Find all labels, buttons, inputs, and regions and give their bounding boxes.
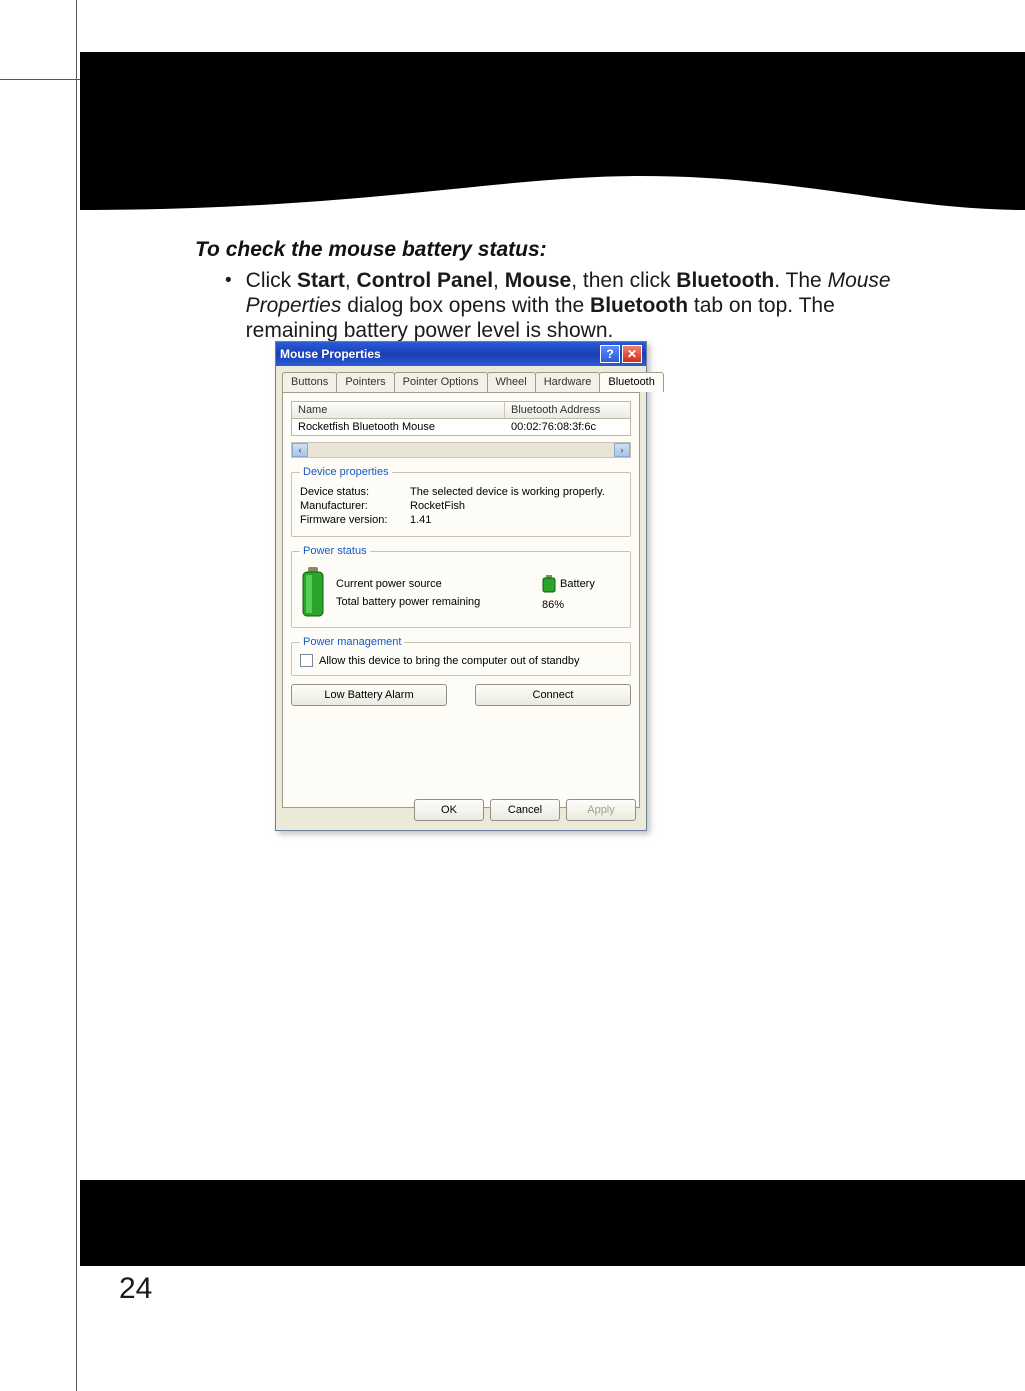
power-status-group: Power status Current power source Total … <box>291 545 631 628</box>
device-properties-legend: Device properties <box>300 466 392 478</box>
footer-band <box>80 1180 1025 1266</box>
firmware-label: Firmware version: <box>300 514 410 526</box>
power-status-legend: Power status <box>300 545 370 557</box>
body-text: To check the mouse battery status: • Cli… <box>195 238 895 343</box>
titlebar: Mouse Properties ? ✕ <box>276 342 646 366</box>
mouse-properties-dialog: Mouse Properties ? ✕ Buttons Pointers Po… <box>275 341 647 831</box>
connect-button[interactable]: Connect <box>475 684 631 706</box>
horizontal-scrollbar[interactable]: ‹ › <box>291 442 631 458</box>
power-management-group: Power management Allow this device to br… <box>291 636 631 676</box>
col-header-address[interactable]: Bluetooth Address <box>505 402 630 418</box>
col-header-name[interactable]: Name <box>292 402 505 418</box>
wake-checkbox-label: Allow this device to bring the computer … <box>319 655 579 667</box>
tab-strip: Buttons Pointers Pointer Options Wheel H… <box>276 366 646 392</box>
apply-button[interactable]: Apply <box>566 799 636 821</box>
battery-small-icon <box>542 575 556 593</box>
cancel-button[interactable]: Cancel <box>490 799 560 821</box>
help-button[interactable]: ? <box>600 345 620 363</box>
ok-button[interactable]: OK <box>414 799 484 821</box>
power-source-label: Current power source <box>336 578 532 590</box>
bullet-text: Click Start, Control Panel, Mouse, then … <box>246 268 895 343</box>
manufacturer-label: Manufacturer: <box>300 500 410 512</box>
header-band <box>80 52 1025 210</box>
power-remaining-label: Total battery power remaining <box>336 596 532 608</box>
device-status-value: The selected device is working properly. <box>410 486 622 498</box>
page-frame-vertical <box>76 0 77 1391</box>
tab-hardware[interactable]: Hardware <box>535 372 601 392</box>
power-management-legend: Power management <box>300 636 404 648</box>
device-list-header: Name Bluetooth Address <box>291 401 631 419</box>
scroll-left-icon[interactable]: ‹ <box>292 443 308 457</box>
device-status-label: Device status: <box>300 486 410 498</box>
tab-pointer-options[interactable]: Pointer Options <box>394 372 488 392</box>
device-name: Rocketfish Bluetooth Mouse <box>292 419 505 435</box>
manufacturer-value: RocketFish <box>410 500 622 512</box>
power-source-value: Battery <box>560 578 595 590</box>
device-list-row[interactable]: Rocketfish Bluetooth Mouse 00:02:76:08:3… <box>291 419 631 436</box>
wake-checkbox[interactable] <box>300 654 313 667</box>
tab-panel-bluetooth: Name Bluetooth Address Rocketfish Blueto… <box>282 392 640 808</box>
bullet-marker: • <box>225 268 232 343</box>
section-heading: To check the mouse battery status: <box>195 238 895 262</box>
tab-wheel[interactable]: Wheel <box>487 372 536 392</box>
tab-pointers[interactable]: Pointers <box>336 372 394 392</box>
dialog-title: Mouse Properties <box>280 347 381 361</box>
device-properties-group: Device properties Device status:The sele… <box>291 466 631 537</box>
power-remaining-value: 86% <box>542 599 564 611</box>
tab-buttons[interactable]: Buttons <box>282 372 337 392</box>
page-number: 24 <box>119 1272 152 1306</box>
low-battery-alarm-button[interactable]: Low Battery Alarm <box>291 684 447 706</box>
close-button[interactable]: ✕ <box>622 345 642 363</box>
device-address: 00:02:76:08:3f:6c <box>505 419 630 435</box>
scroll-right-icon[interactable]: › <box>614 443 630 457</box>
tab-bluetooth[interactable]: Bluetooth <box>599 372 663 392</box>
firmware-value: 1.41 <box>410 514 622 526</box>
bullet-item: • Click Start, Control Panel, Mouse, the… <box>225 268 895 343</box>
battery-icon <box>300 567 326 619</box>
header-curve <box>80 52 1025 210</box>
